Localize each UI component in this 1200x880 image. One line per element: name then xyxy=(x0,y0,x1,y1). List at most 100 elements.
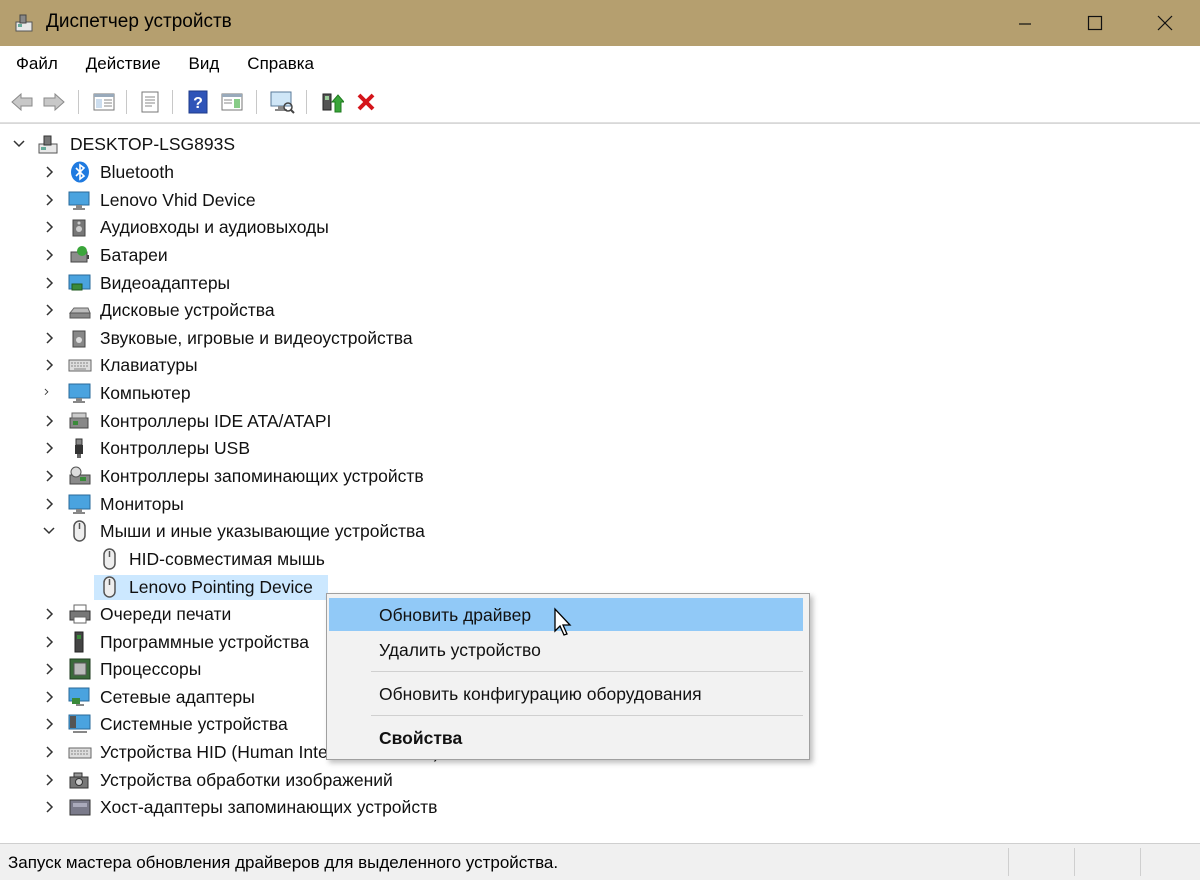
maximize-button[interactable] xyxy=(1060,0,1130,46)
chevron-right-icon[interactable] xyxy=(42,798,56,816)
mouse-icon xyxy=(103,548,116,570)
chevron-right-icon[interactable] xyxy=(42,467,56,485)
menu-item-properties[interactable]: Свойства xyxy=(329,721,803,754)
svg-text:?: ? xyxy=(193,95,203,112)
sound-icon xyxy=(72,330,86,348)
tree-category-label: Сетевые адаптеры xyxy=(100,687,255,707)
menu-view[interactable]: Вид xyxy=(173,46,232,82)
title-bar: Диспетчер устройств xyxy=(0,0,1200,46)
tree-category-label: Клавиатуры xyxy=(100,355,198,375)
tree-root-label: DESKTOP-LSG893S xyxy=(70,134,236,154)
device-manager-app-icon xyxy=(15,14,33,32)
tree-category-expanded[interactable]: Мыши и иные указывающие устройства xyxy=(0,518,900,545)
computer-icon xyxy=(68,383,91,403)
tree-category[interactable]: Мониторы xyxy=(0,491,900,518)
tree-category[interactable]: Устройства обработки изображений xyxy=(0,767,900,794)
chevron-right-icon[interactable] xyxy=(42,660,56,678)
chevron-right-icon[interactable] xyxy=(42,274,56,292)
chevron-right-icon[interactable] xyxy=(42,384,56,402)
mouse-icon xyxy=(103,576,116,598)
uninstall-device-icon xyxy=(357,93,375,111)
tree-category[interactable]: Дисковые устройства xyxy=(0,297,900,324)
menu-bar: Файл Действие Вид Справка xyxy=(0,46,1200,82)
tree-category[interactable]: Компьютер xyxy=(0,380,900,407)
mouse-cursor-icon xyxy=(554,607,572,636)
scan-hardware-icon xyxy=(270,91,295,114)
tree-category[interactable]: Bluetooth xyxy=(0,159,900,186)
close-button[interactable] xyxy=(1130,0,1200,46)
forward-arrow-icon xyxy=(43,92,65,112)
tree-root[interactable]: DESKTOP-LSG893S xyxy=(0,131,900,158)
tree-category[interactable]: Lenovo Vhid Device xyxy=(0,187,900,214)
tree-category-label: Устройства обработки изображений xyxy=(100,770,393,790)
tree-category[interactable]: Контроллеры USB xyxy=(0,435,900,462)
tree-category-label: Батареи xyxy=(100,245,168,265)
tree-category-label: Звуковые, игровые и видеоустройства xyxy=(100,328,413,348)
chevron-right-icon[interactable] xyxy=(42,412,56,430)
help-button[interactable]: ? xyxy=(184,88,212,116)
tree-device-label: HID-совместимая мышь xyxy=(129,549,325,569)
hid-icon xyxy=(68,747,92,759)
chevron-right-icon[interactable] xyxy=(42,743,56,761)
tree-category-label: Компьютер xyxy=(100,383,191,403)
menu-action[interactable]: Действие xyxy=(70,46,173,82)
tree-category[interactable]: Аудиовходы и аудиовыходы xyxy=(0,214,900,241)
menu-help[interactable]: Справка xyxy=(231,46,326,82)
forward-button[interactable] xyxy=(40,88,68,116)
camera-icon xyxy=(69,772,89,789)
tree-category[interactable]: Контроллеры IDE ATA/ATAPI xyxy=(0,408,900,435)
tree-category-label: Мыши и иные указывающие устройства xyxy=(100,521,425,541)
chevron-right-icon[interactable] xyxy=(42,218,56,236)
tree-category-label: Lenovo Vhid Device xyxy=(100,190,256,210)
chevron-right-icon[interactable] xyxy=(42,771,56,789)
chevron-right-icon[interactable] xyxy=(42,439,56,457)
chevron-right-icon[interactable] xyxy=(42,301,56,319)
menu-file[interactable]: Файл xyxy=(0,46,70,82)
chevron-right-icon[interactable] xyxy=(42,163,56,181)
chevron-down-icon[interactable] xyxy=(42,522,56,540)
uninstall-device-button[interactable] xyxy=(352,88,380,116)
chevron-right-icon[interactable] xyxy=(42,633,56,651)
tree-category-label: Мониторы xyxy=(100,494,184,514)
monitor-icon xyxy=(68,494,91,514)
back-button[interactable] xyxy=(8,88,36,116)
chevron-right-icon[interactable] xyxy=(42,191,56,209)
properties-button[interactable] xyxy=(136,88,164,116)
update-driver-icon xyxy=(322,93,344,113)
tree-category[interactable]: Контроллеры запоминающих устройств xyxy=(0,463,900,490)
tree-category[interactable]: Видеоадаптеры xyxy=(0,270,900,297)
tree-device[interactable]: HID-совместимая мышь xyxy=(0,546,900,573)
tree-category[interactable]: Клавиатуры xyxy=(0,352,900,379)
chevron-down-icon[interactable] xyxy=(12,135,26,153)
chevron-right-icon[interactable] xyxy=(42,495,56,513)
tree-category-label: Контроллеры USB xyxy=(100,438,250,458)
show-hide-tree-button[interactable] xyxy=(90,88,118,116)
properties-icon xyxy=(141,91,159,113)
storage-host-icon xyxy=(69,799,91,816)
menu-item-scan-hardware[interactable]: Обновить конфигурацию оборудования xyxy=(329,677,803,710)
chevron-right-icon[interactable] xyxy=(42,246,56,264)
tree-category[interactable]: Батареи xyxy=(0,242,900,269)
tree-category-label: Контроллеры IDE ATA/ATAPI xyxy=(100,411,332,431)
tree-category-label: Хост-адаптеры запоминающих устройств xyxy=(100,797,438,817)
scan-hardware-button[interactable] xyxy=(268,88,296,116)
chevron-right-icon[interactable] xyxy=(42,329,56,347)
chevron-right-icon[interactable] xyxy=(42,605,56,623)
network-adapter-icon xyxy=(68,687,90,706)
display-adapter-icon xyxy=(68,274,91,291)
maximize-icon xyxy=(1087,15,1103,31)
chevron-right-icon[interactable] xyxy=(42,688,56,706)
tree-category-label: Дисковые устройства xyxy=(100,300,275,320)
tree-category[interactable]: Звуковые, игровые и видеоустройства xyxy=(0,325,900,352)
processor-icon xyxy=(69,658,91,680)
tree-category-label: Видеоадаптеры xyxy=(100,273,231,293)
minimize-button[interactable] xyxy=(990,0,1060,46)
chevron-right-icon[interactable] xyxy=(42,356,56,374)
speaker-icon xyxy=(72,219,86,237)
update-driver-button[interactable] xyxy=(318,88,346,116)
show-hide-tree-icon xyxy=(93,93,115,111)
status-text: Запуск мастера обновления драйверов для … xyxy=(8,853,559,872)
action-pane-button[interactable] xyxy=(218,88,246,116)
tree-category[interactable]: Хост-адаптеры запоминающих устройств xyxy=(0,794,900,821)
chevron-right-icon[interactable] xyxy=(42,715,56,733)
